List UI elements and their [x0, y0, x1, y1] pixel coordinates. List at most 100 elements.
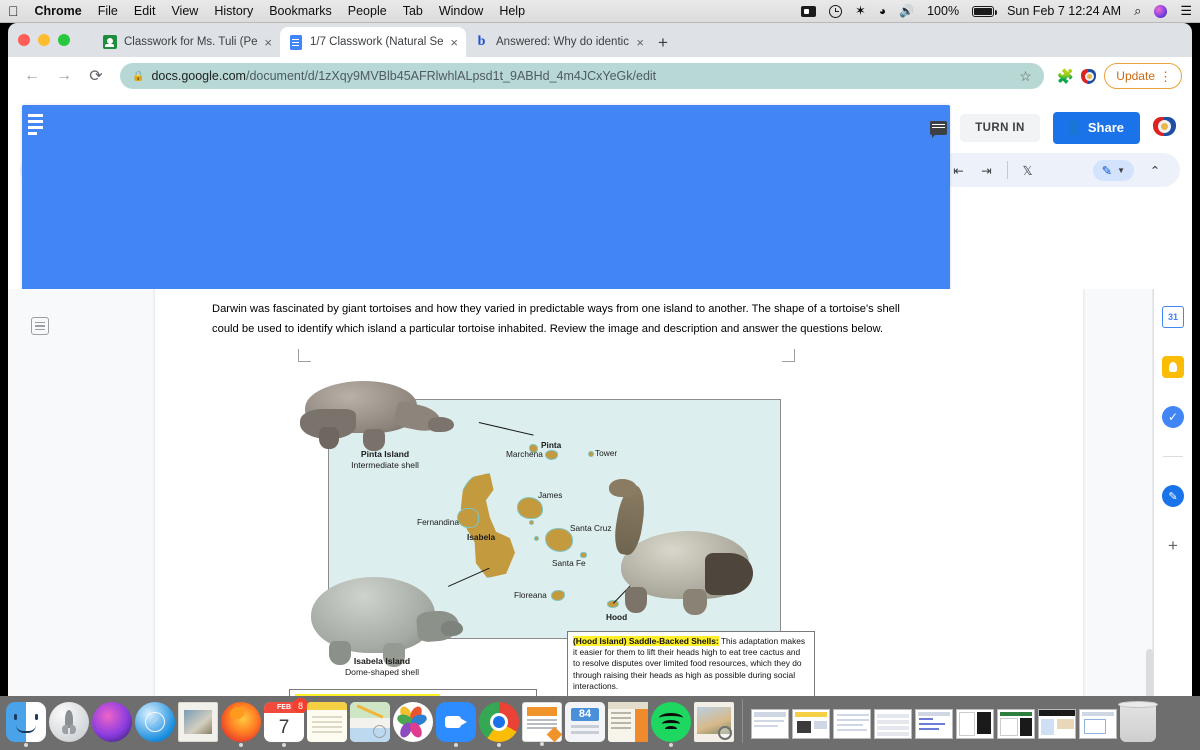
menubar-clock[interactable]: Sun Feb 7 12:24 AM [1007, 4, 1121, 18]
numbers-icon[interactable] [608, 702, 648, 742]
tab-classroom[interactable]: Classwork for Ms. Tuli (Period 4 × [94, 27, 280, 57]
turn-in-button[interactable]: TURN IN [960, 113, 1040, 142]
indent-increase-icon[interactable]: ⇥ [974, 157, 1000, 183]
tab-title: Classwork for Ms. Tuli (Period 4 [124, 36, 258, 48]
finder-icon[interactable] [6, 702, 46, 742]
calendar-icon[interactable]: FEB 7 8 [264, 698, 308, 742]
maps-icon[interactable] [350, 702, 390, 742]
document-canvas[interactable]: Darwin was fascinated by giant tortoises… [8, 289, 1192, 696]
tab-close-button[interactable]: × [636, 36, 644, 49]
preview-icon[interactable] [694, 702, 734, 742]
comment-history-icon[interactable] [930, 120, 948, 138]
island-marchena [545, 450, 558, 460]
account-avatar[interactable] [1153, 116, 1178, 139]
minimized-window[interactable] [997, 709, 1035, 739]
clear-formatting-icon[interactable]: 𝕏 [1015, 157, 1041, 183]
window-controls[interactable] [18, 34, 70, 46]
zoom-icon[interactable] [436, 702, 476, 742]
minimized-window[interactable] [956, 709, 994, 739]
trash-icon[interactable] [1118, 701, 1158, 742]
close-window-button[interactable] [18, 34, 30, 46]
minimized-window[interactable] [1079, 709, 1117, 739]
vertical-scrollbar[interactable] [1146, 649, 1153, 696]
addon-icon[interactable]: ✎ [1162, 485, 1184, 507]
margin-marker-top-right [782, 349, 795, 362]
update-button[interactable]: Update ⋮ [1104, 63, 1182, 89]
share-button[interactable]: 👤 Share [1052, 111, 1140, 144]
tab-close-button[interactable]: × [450, 36, 458, 49]
document-page[interactable]: Darwin was fascinated by giant tortoises… [155, 289, 1083, 696]
menu-tab[interactable]: Tab [403, 4, 423, 18]
menu-bookmarks[interactable]: Bookmarks [269, 4, 332, 18]
chevron-down-icon: ▼ [1117, 165, 1125, 175]
launchpad-icon[interactable] [49, 702, 89, 742]
collapse-toolbar-button[interactable]: ⌃ [1142, 157, 1168, 183]
safari-icon[interactable] [135, 702, 175, 742]
siri-icon[interactable] [1154, 4, 1168, 18]
calendar-day: 7 [278, 716, 290, 738]
menu-view[interactable]: View [171, 4, 198, 18]
menu-chrome[interactable]: Chrome [35, 4, 82, 18]
minimized-window[interactable] [915, 709, 953, 739]
share-person-icon: 👤 [1065, 119, 1082, 135]
volume-icon[interactable]: 🔊 [899, 4, 914, 18]
bluetooth-icon[interactable]: ✶ [855, 3, 866, 19]
classroom-icon [102, 35, 117, 50]
pages-icon[interactable] [522, 702, 563, 743]
time-machine-icon[interactable] [829, 4, 842, 18]
menu-window[interactable]: Window [439, 4, 483, 18]
add-addon-icon[interactable]: + [1162, 535, 1184, 557]
address-bar[interactable]: 🔒 docs.google.com/document/d/1zXqy9MVBlb… [120, 63, 1044, 89]
profile-avatar[interactable] [1081, 68, 1100, 85]
minimized-window[interactable] [833, 709, 871, 739]
menu-edit[interactable]: Edit [134, 4, 156, 18]
wifi-icon[interactable]: ◕ [879, 4, 886, 18]
spotify-icon[interactable] [651, 702, 691, 742]
photos-icon[interactable] [393, 702, 433, 742]
chrome-menu-kebab-icon[interactable]: ⋮ [1159, 70, 1172, 83]
zoom-video-icon[interactable] [801, 5, 816, 17]
macos-menu-bar:  Chrome File Edit View History Bookmark… [0, 0, 1200, 23]
puzzle-icon[interactable]: 🧩 [1054, 68, 1077, 85]
google-keep-icon[interactable] [1162, 356, 1184, 378]
notes-icon[interactable] [307, 702, 347, 742]
calculator-app-icon[interactable]: 84 [565, 702, 605, 742]
control-center-icon[interactable]: ☰ [1180, 3, 1192, 19]
caption-subtitle: Intermediate shell [351, 460, 419, 470]
menu-people[interactable]: People [348, 4, 387, 18]
minimize-window-button[interactable] [38, 34, 50, 46]
callout-hood: (Hood Island) Saddle-Backed Shells: This… [567, 631, 815, 696]
back-button[interactable]: ← [18, 62, 46, 90]
bookmark-star-icon[interactable]: ☆ [1019, 68, 1032, 85]
editing-mode-button[interactable]: ✎ ▼ [1092, 159, 1134, 181]
tab-close-button[interactable]: × [264, 36, 272, 49]
menu-file[interactable]: File [98, 4, 118, 18]
caption-pinta: Pinta Island Intermediate shell [315, 449, 455, 471]
minimized-window[interactable] [792, 709, 830, 739]
google-tasks-icon[interactable]: ✓ [1162, 406, 1184, 428]
new-tab-button[interactable]: + [658, 34, 668, 51]
minimized-window[interactable] [1038, 709, 1076, 739]
minimized-window[interactable] [874, 709, 912, 739]
chrome-icon[interactable] [479, 702, 519, 742]
forward-button[interactable]: → [50, 62, 78, 90]
docs-logo-icon[interactable] [22, 105, 950, 584]
firefox-icon[interactable] [221, 702, 261, 742]
mail-icon[interactable] [178, 702, 218, 742]
search-icon[interactable]: ⌕ [1134, 3, 1141, 19]
minimized-window[interactable] [751, 709, 789, 739]
maximize-window-button[interactable] [58, 34, 70, 46]
tab-google-docs[interactable]: 1/7 Classwork (Natural Selectio × [280, 27, 466, 57]
battery-icon[interactable] [972, 5, 997, 17]
siri-icon[interactable] [92, 702, 132, 742]
tab-bartleby[interactable]: b Answered: Why do identical tw × [466, 27, 652, 57]
google-calendar-icon[interactable]: 31 [1162, 306, 1184, 328]
apple-logo-icon[interactable]:  [8, 4, 19, 18]
document-outline-icon[interactable] [31, 317, 49, 335]
galapagos-figure[interactable]: Pinta Marchena Tower James Fernandina Is… [289, 381, 815, 696]
docs-icon [288, 34, 303, 50]
menu-help[interactable]: Help [499, 4, 525, 18]
reload-button[interactable]: ⟳ [82, 62, 110, 90]
map-label-fernandina: Fernandina [417, 517, 459, 527]
menu-history[interactable]: History [214, 4, 253, 18]
